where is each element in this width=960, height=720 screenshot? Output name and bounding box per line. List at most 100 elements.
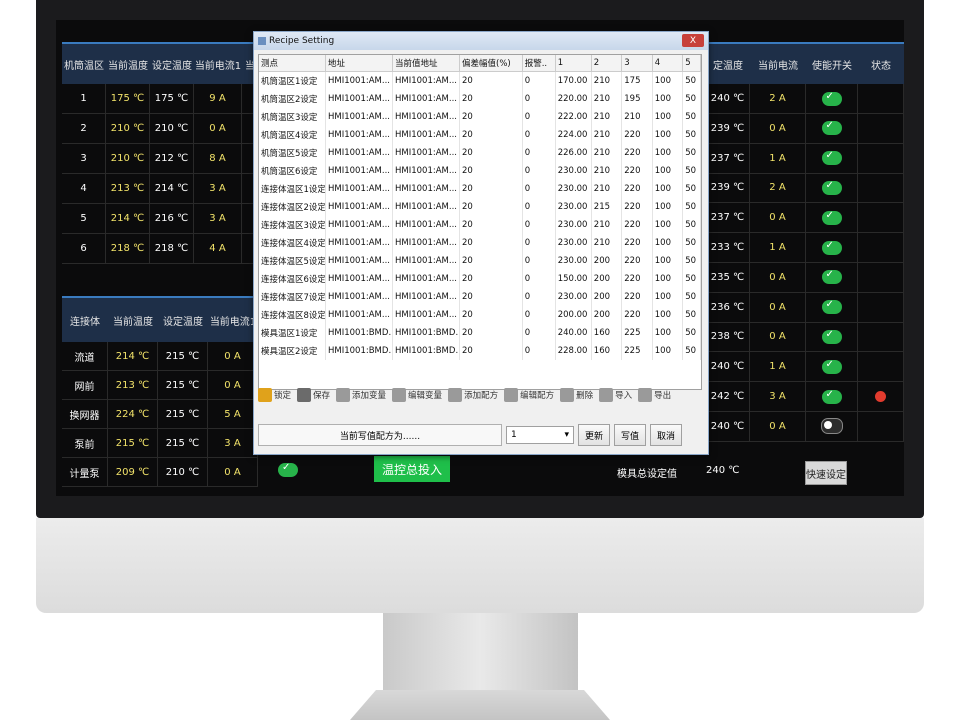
table-cell[interactable]: HMI1001:AM... [325, 252, 393, 270]
table-cell[interactable]: HMI1001:AM... [392, 306, 460, 324]
column-header[interactable]: 3 [621, 55, 653, 72]
set-temp[interactable]: 238 ℃ [706, 322, 750, 352]
table-cell[interactable]: 222.00 [555, 108, 592, 126]
enable-toggle[interactable] [821, 299, 842, 315]
table-cell[interactable]: 20 [459, 252, 523, 270]
table-cell[interactable]: HMI1001:AM... [325, 90, 393, 108]
column-header[interactable]: 5 [682, 55, 701, 72]
table-row[interactable]: 机筒温区4设定 HMI1001:AM... HMI1001:AM... 20 0 224.… [259, 126, 701, 144]
set-temp[interactable]: 215 ℃ [158, 342, 208, 370]
table-cell[interactable]: 模具温区1设定 [259, 324, 326, 342]
table-cell[interactable]: 195 [621, 90, 653, 108]
table-row[interactable]: 模具温区1设定 HMI1001:BMD... HMI1001:BMD... 20 0 24… [259, 324, 701, 342]
table-row[interactable]: 机筒温区5设定 HMI1001:AM... HMI1001:AM... 20 0 226.… [259, 144, 701, 162]
column-header[interactable]: 当前值地址 [392, 55, 460, 72]
column-header[interactable]: 地址 [325, 55, 393, 72]
table-cell[interactable]: 220 [621, 234, 653, 252]
cancel-button[interactable]: 取消 [650, 424, 683, 446]
table-cell[interactable]: 210 [591, 126, 623, 144]
table-cell[interactable]: 220 [621, 270, 653, 288]
table-cell[interactable]: 100 [652, 162, 684, 180]
table-cell[interactable]: HMI1001:AM... [325, 216, 393, 234]
table-cell[interactable]: 228.00 [555, 342, 592, 360]
set-temp[interactable]: 214 ℃ [150, 174, 194, 203]
table-cell[interactable]: 连接体温区4设定 [259, 234, 326, 252]
column-header[interactable]: 2 [591, 55, 623, 72]
toolbar-add-variable-button[interactable]: 添加变量 [336, 388, 386, 402]
table-cell[interactable]: 50 [682, 234, 701, 252]
table-cell[interactable]: HMI1001:AM... [392, 234, 460, 252]
table-cell[interactable]: 100 [652, 324, 684, 342]
set-temp[interactable]: 240 ℃ [706, 352, 750, 382]
set-temp[interactable]: 237 ℃ [706, 203, 750, 233]
table-cell[interactable]: 0 [522, 71, 556, 90]
table-cell[interactable]: HMI1001:AM... [325, 198, 393, 216]
enable-toggle[interactable] [821, 359, 842, 374]
table-cell[interactable]: 0 [522, 270, 556, 288]
table-cell[interactable]: 100 [652, 216, 684, 234]
set-temp[interactable]: 175 ℃ [150, 84, 194, 113]
set-temp[interactable]: 215 ℃ [158, 400, 208, 428]
table-cell[interactable]: 50 [682, 324, 701, 342]
table-cell[interactable]: 模具温区2设定 [259, 342, 326, 360]
table-cell[interactable]: 机筒温区3设定 [259, 108, 326, 126]
table-cell[interactable]: 100 [652, 342, 684, 360]
table-cell[interactable]: 210 [591, 71, 623, 90]
table-cell[interactable]: HMI1001:AM... [325, 108, 393, 126]
table-cell[interactable]: 0 [522, 288, 556, 306]
table-cell[interactable]: HMI1001:AM... [325, 288, 393, 306]
table-cell[interactable]: HMI1001:AM... [392, 216, 460, 234]
set-temp[interactable]: 239 ℃ [706, 173, 750, 203]
table-cell[interactable]: 20 [459, 270, 523, 288]
table-cell[interactable]: 160 [591, 324, 623, 342]
table-cell[interactable]: 机筒温区4设定 [259, 126, 326, 144]
table-cell[interactable]: 210 [591, 180, 623, 198]
table-cell[interactable]: 100 [652, 180, 684, 198]
table-cell[interactable]: 20 [459, 216, 523, 234]
table-cell[interactable]: 210 [591, 108, 623, 126]
table-cell[interactable]: 100 [652, 252, 684, 270]
table-cell[interactable]: 20 [459, 126, 523, 144]
table-cell[interactable]: 连接体温区8设定 [259, 306, 326, 324]
table-cell[interactable]: 连接体温区5设定 [259, 252, 326, 270]
set-temp[interactable]: 216 ℃ [150, 204, 194, 233]
table-cell[interactable]: 220 [621, 126, 653, 144]
table-cell[interactable]: 连接体温区1设定 [259, 180, 326, 198]
table-cell[interactable]: 20 [459, 71, 523, 90]
recipe-select[interactable]: 1 ▾ [506, 426, 574, 444]
table-cell[interactable]: 210 [591, 162, 623, 180]
table-cell[interactable]: 220 [621, 306, 653, 324]
table-cell[interactable]: 20 [459, 162, 523, 180]
write-value-button[interactable]: 写值 [614, 424, 647, 446]
table-cell[interactable]: 230.00 [555, 216, 592, 234]
table-cell[interactable]: 20 [459, 144, 523, 162]
table-cell[interactable]: 100 [652, 126, 684, 144]
table-cell[interactable]: 连接体温区7设定 [259, 288, 326, 306]
table-cell[interactable]: HMI1001:AM... [325, 126, 393, 144]
table-cell[interactable]: 210 [591, 90, 623, 108]
column-header[interactable]: 4 [652, 55, 684, 72]
table-cell[interactable]: 50 [682, 108, 701, 126]
table-cell[interactable]: 0 [522, 108, 556, 126]
table-cell[interactable]: 224.00 [555, 126, 592, 144]
table-cell[interactable]: 20 [459, 198, 523, 216]
table-cell[interactable]: 20 [459, 324, 523, 342]
table-cell[interactable]: 0 [522, 324, 556, 342]
table-cell[interactable]: 0 [522, 144, 556, 162]
table-row[interactable]: 连接体温区6设定 HMI1001:AM... HMI1001:AM... 20 0 150… [259, 270, 701, 288]
table-cell[interactable]: HMI1001:AM... [392, 90, 460, 108]
table-cell[interactable]: 0 [522, 342, 556, 360]
table-cell[interactable]: HMI1001:AM... [325, 306, 393, 324]
table-cell[interactable]: 100 [652, 234, 684, 252]
table-cell[interactable]: 50 [682, 90, 701, 108]
enable-toggle[interactable] [821, 180, 842, 195]
table-cell[interactable]: 机筒温区6设定 [259, 162, 326, 180]
column-header[interactable]: 报警.. [522, 55, 556, 72]
table-cell[interactable]: 230.00 [555, 252, 592, 270]
enable-toggle[interactable] [820, 418, 843, 435]
set-temp[interactable]: 239 ℃ [706, 113, 750, 143]
toolbar-add-recipe-button[interactable]: 添加配方 [448, 388, 498, 402]
table-cell[interactable]: 50 [682, 270, 701, 288]
set-temp[interactable]: 240 ℃ [706, 84, 750, 113]
table-cell[interactable]: 100 [652, 71, 684, 90]
